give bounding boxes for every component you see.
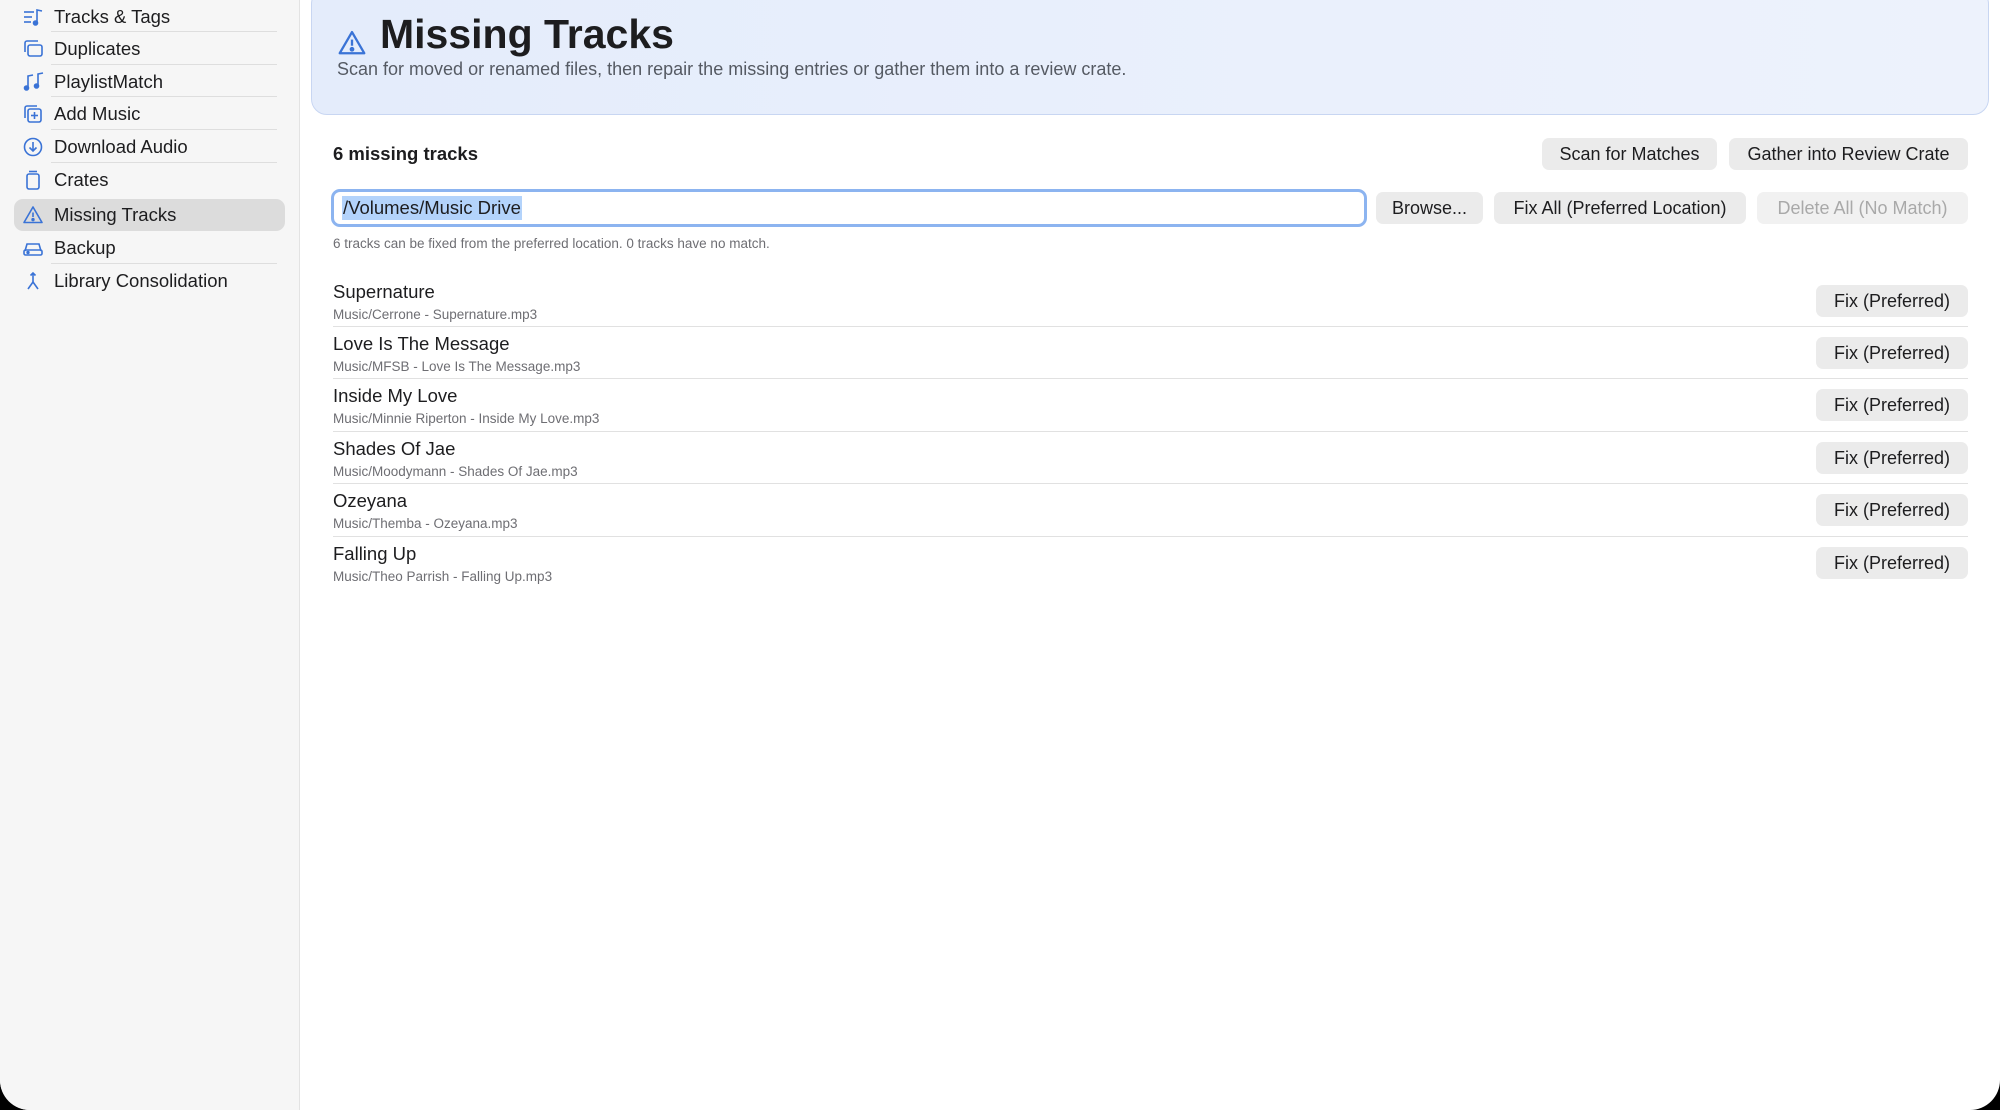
- status-hint: 6 tracks can be fixed from the preferred…: [333, 236, 770, 251]
- track-path: Music/Theo Parrish - Falling Up.mp3: [333, 569, 553, 584]
- sidebar-item-playlistmatch[interactable]: PlaylistMatch: [14, 66, 285, 98]
- divider: [51, 96, 277, 97]
- browse-button[interactable]: Browse...: [1376, 192, 1483, 224]
- sidebar: Tracks & Tags Duplicates PlaylistMatch A…: [0, 0, 300, 1110]
- track-path: Music/MFSB - Love Is The Message.mp3: [333, 359, 581, 374]
- sidebar-item-duplicates[interactable]: Duplicates: [14, 33, 285, 65]
- fix-preferred-button[interactable]: Fix (Preferred): [1816, 494, 1968, 526]
- divider: [333, 536, 1968, 537]
- duplicates-icon: [22, 38, 44, 60]
- location-value: /Volumes/Music Drive: [342, 196, 522, 220]
- tracks-tags-icon: [22, 6, 44, 28]
- sidebar-item-label: Tracks & Tags: [54, 6, 171, 27]
- sidebar-item-missing-tracks[interactable]: Missing Tracks: [14, 199, 285, 231]
- sidebar-item-label: Crates: [54, 169, 109, 190]
- sidebar-item-label: Library Consolidation: [54, 270, 228, 291]
- delete-all-button[interactable]: Delete All (No Match): [1757, 192, 1968, 224]
- fix-preferred-button[interactable]: Fix (Preferred): [1816, 337, 1968, 369]
- fix-preferred-button[interactable]: Fix (Preferred): [1816, 547, 1968, 579]
- divider: [51, 129, 277, 130]
- sidebar-item-label: Duplicates: [54, 38, 141, 59]
- track-path: Music/Moodymann - Shades Of Jae.mp3: [333, 464, 578, 479]
- sidebar-item-label: Download Audio: [54, 136, 188, 157]
- header-banner: Missing Tracks Scan for moved or renamed…: [311, 0, 1989, 115]
- divider: [333, 378, 1968, 379]
- sidebar-item-library-consolidation[interactable]: Library Consolidation: [14, 265, 285, 297]
- track-title: Supernature: [333, 281, 435, 302]
- track-path: Music/Cerrone - Supernature.mp3: [333, 307, 538, 322]
- track-title: Inside My Love: [333, 385, 458, 406]
- add-music-icon: [22, 103, 44, 125]
- page-subtitle: Scan for moved or renamed files, then re…: [337, 59, 1127, 79]
- divider: [51, 31, 277, 32]
- divider: [51, 162, 277, 163]
- sidebar-item-download-audio[interactable]: Download Audio: [14, 131, 285, 163]
- sidebar-item-crates[interactable]: Crates: [14, 164, 285, 196]
- download-icon: [22, 136, 44, 158]
- sidebar-item-tracks-tags[interactable]: Tracks & Tags: [14, 1, 285, 33]
- track-row: Ozeyana Music/Themba - Ozeyana.mp3 Fix (…: [333, 490, 1968, 542]
- gather-review-crate-button[interactable]: Gather into Review Crate: [1729, 138, 1968, 170]
- divider: [333, 431, 1968, 432]
- playlist-match-icon: [22, 71, 44, 93]
- scan-for-matches-button[interactable]: Scan for Matches: [1542, 138, 1717, 170]
- merge-icon: [22, 270, 44, 292]
- warning-icon: [22, 204, 44, 226]
- track-row: Inside My Love Music/Minnie Riperton - I…: [333, 385, 1968, 437]
- warning-icon: [337, 28, 367, 58]
- app-window: Tracks & Tags Duplicates PlaylistMatch A…: [0, 0, 2000, 1110]
- track-title: Falling Up: [333, 543, 417, 564]
- divider: [333, 483, 1968, 484]
- track-title: Shades Of Jae: [333, 438, 456, 459]
- missing-count-label: 6 missing tracks: [333, 143, 478, 164]
- track-title: Ozeyana: [333, 490, 408, 511]
- crate-icon: [22, 169, 44, 191]
- fix-preferred-button[interactable]: Fix (Preferred): [1816, 389, 1968, 421]
- fix-all-button[interactable]: Fix All (Preferred Location): [1494, 192, 1746, 224]
- divider: [51, 263, 277, 264]
- sidebar-item-label: PlaylistMatch: [54, 71, 163, 92]
- sidebar-item-add-music[interactable]: Add Music: [14, 98, 285, 130]
- page-title: Missing Tracks: [380, 11, 674, 57]
- fix-preferred-button[interactable]: Fix (Preferred): [1816, 285, 1968, 317]
- preferred-location-input[interactable]: /Volumes/Music Drive: [331, 189, 1367, 227]
- sidebar-item-label: Backup: [54, 237, 116, 258]
- track-title: Love Is The Message: [333, 333, 510, 354]
- fix-preferred-button[interactable]: Fix (Preferred): [1816, 442, 1968, 474]
- backup-icon: [22, 237, 44, 259]
- sidebar-item-label: Add Music: [54, 103, 141, 124]
- sidebar-item-backup[interactable]: Backup: [14, 232, 285, 264]
- track-path: Music/Minnie Riperton - Inside My Love.m…: [333, 411, 600, 426]
- track-row: Falling Up Music/Theo Parrish - Falling …: [333, 543, 1968, 595]
- track-path: Music/Themba - Ozeyana.mp3: [333, 516, 518, 531]
- divider: [333, 326, 1968, 327]
- sidebar-item-label: Missing Tracks: [54, 204, 177, 225]
- divider: [51, 64, 277, 65]
